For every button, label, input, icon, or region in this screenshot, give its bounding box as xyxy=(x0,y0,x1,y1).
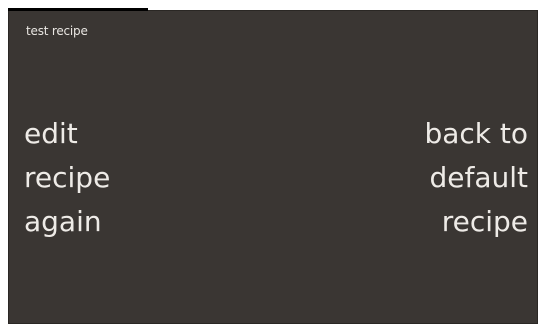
screen-title: test recipe xyxy=(26,24,88,38)
top-edge-strip xyxy=(8,8,148,11)
back-to-default-recipe-button[interactable]: back to default recipe xyxy=(424,112,528,244)
edit-recipe-again-label-line-3: again xyxy=(24,205,102,238)
back-to-default-recipe-label-line-2: default xyxy=(429,161,528,194)
edit-recipe-again-button[interactable]: edit recipe again xyxy=(24,112,110,244)
device-frame: test recipe edit recipe again back to de… xyxy=(0,0,544,329)
back-to-default-recipe-label-line-3: recipe xyxy=(441,205,528,238)
back-to-default-recipe-label-line-1: back to xyxy=(424,117,528,150)
edit-recipe-again-label-line-2: recipe xyxy=(24,161,111,194)
edit-recipe-again-label-line-1: edit xyxy=(24,117,78,150)
